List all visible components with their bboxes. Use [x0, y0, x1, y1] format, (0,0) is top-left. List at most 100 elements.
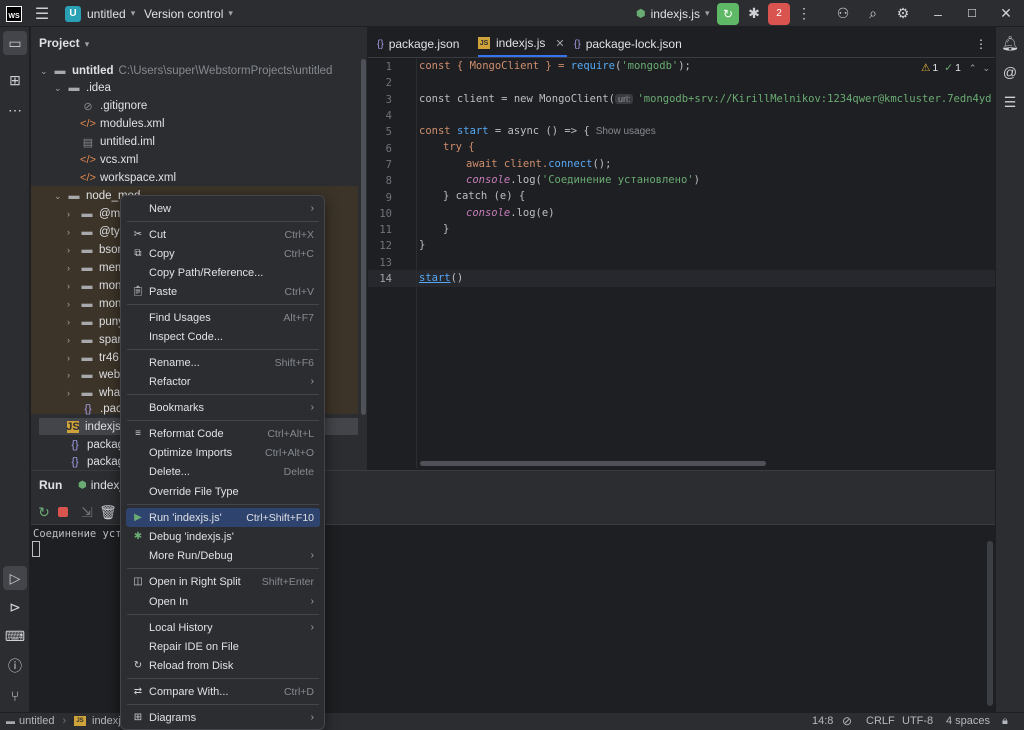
- tree-folder[interactable]: › ▬ mong: [67, 295, 128, 313]
- trash-icon[interactable]: 🗑︎: [99, 504, 117, 520]
- code-line-12[interactable]: }: [419, 239, 425, 251]
- code-line-8[interactable]: console.log('Соединение установлено'): [466, 174, 700, 186]
- tree-folder[interactable]: › ▬ puny: [67, 313, 124, 331]
- database-icon[interactable]: ☰: [998, 90, 1022, 114]
- code-line-9[interactable]: } catch (e) {: [443, 190, 525, 202]
- show-usages-hint[interactable]: Show usages: [596, 126, 656, 137]
- menu-item-find-usages[interactable]: Find Usages Alt+F7: [126, 308, 320, 327]
- line-separator[interactable]: CRLF: [866, 712, 895, 730]
- tab-package-lock-json[interactable]: {} package-lock.json: [574, 31, 682, 57]
- add-user-icon[interactable]: ⚇: [835, 0, 851, 27]
- structure-tool-icon[interactable]: ⊞: [3, 68, 27, 92]
- tree-file-workspace-xml[interactable]: </> workspace.xml: [80, 169, 176, 187]
- menu-item-open-right-split[interactable]: ◫ Open in Right Split Shift+Enter: [126, 572, 320, 591]
- menu-item-delete[interactable]: Delete... Delete: [126, 462, 320, 481]
- app-logo[interactable]: WS: [6, 0, 22, 27]
- tree-folder[interactable]: › ▬ @typ: [67, 223, 126, 241]
- menu-item-paste[interactable]: 📋︎ Paste Ctrl+V: [126, 282, 320, 301]
- tree-file-untitled-iml[interactable]: ▤ untitled.iml: [80, 133, 155, 151]
- notifications-icon[interactable]: 🔔︎: [998, 31, 1022, 55]
- close-tab-icon[interactable]: ✕: [555, 37, 564, 50]
- chevron-up-icon[interactable]: ⌃: [969, 63, 977, 74]
- inspection-widget[interactable]: ⚠ 1 ✓ 1 ⌃ ⌄: [921, 62, 990, 74]
- file-encoding[interactable]: UTF-8: [902, 712, 933, 730]
- code-line-7[interactable]: await client.connect();: [466, 158, 611, 170]
- settings-gear-icon[interactable]: ⚙: [895, 0, 911, 27]
- more-actions-icon[interactable]: ⋮: [797, 0, 811, 27]
- maximize-icon[interactable]: ☐: [964, 0, 980, 27]
- menu-item-run-indexjs[interactable]: ▶ Run 'indexjs.js' Ctrl+Shift+F10: [126, 508, 320, 527]
- console-scrollbar[interactable]: [987, 541, 993, 706]
- terminal-tool-icon[interactable]: ⌨: [3, 624, 27, 648]
- services-tool-icon[interactable]: ⊳: [3, 595, 27, 619]
- console-cursor[interactable]: [32, 541, 40, 557]
- tree-folder[interactable]: › ▬ mong: [67, 277, 128, 295]
- code-line-3[interactable]: const client = new MongoClient(url:'mong…: [419, 93, 994, 105]
- tree-folder[interactable]: › ▬ mem: [67, 259, 125, 277]
- minimize-icon[interactable]: –: [930, 0, 946, 27]
- tree-folder[interactable]: › ▬ spars: [67, 331, 127, 349]
- menu-item-reformat-code[interactable]: ≡ Reformat Code Ctrl+Alt+L: [126, 424, 320, 443]
- ai-assistant-icon[interactable]: @: [998, 60, 1022, 84]
- debug-button[interactable]: ✱: [746, 0, 762, 27]
- menu-item-repair-ide[interactable]: Repair IDE on File: [126, 637, 320, 656]
- menu-item-reload-from-disk[interactable]: ↻ Reload from Disk: [126, 656, 320, 675]
- menu-item-rename[interactable]: Rename... Shift+F6: [126, 353, 320, 372]
- code-line-10[interactable]: console.log(e): [466, 207, 555, 219]
- problems-tool-icon[interactable]: ⓘ: [3, 654, 27, 678]
- code-line-5[interactable]: const start = async () => {Show usages: [419, 125, 656, 137]
- more-tools-icon[interactable]: ⋯: [3, 98, 27, 122]
- git-tool-icon[interactable]: ⑂: [3, 684, 27, 708]
- code-line-6[interactable]: try {: [443, 141, 475, 153]
- project-scrollbar[interactable]: [361, 59, 366, 415]
- run-tool-icon[interactable]: ▷: [3, 566, 27, 590]
- stop-button[interactable]: 2: [768, 0, 790, 27]
- tabs-more-icon[interactable]: ⋮: [975, 31, 987, 57]
- chevron-down-icon[interactable]: ⌄: [982, 63, 990, 74]
- menu-item-new[interactable]: New ›: [126, 199, 320, 218]
- stop-icon[interactable]: [58, 507, 68, 517]
- tree-folder[interactable]: › ▬ bson: [67, 241, 124, 259]
- menu-item-open-in[interactable]: Open In ›: [126, 592, 320, 611]
- project-tool-icon[interactable]: ▭: [3, 31, 27, 55]
- code-line-14[interactable]: start(): [419, 272, 463, 284]
- menu-item-more-run-debug[interactable]: More Run/Debug ›: [126, 546, 320, 565]
- breadcrumb-project[interactable]: ▬ untitled ›: [6, 712, 74, 730]
- tree-folder[interactable]: › ▬ @mo: [67, 205, 127, 223]
- code-line-1[interactable]: const { MongoClient } = require('mongodb…: [419, 60, 691, 72]
- indent-setting[interactable]: 4 spaces: [946, 712, 990, 730]
- code-line-11[interactable]: }: [443, 223, 449, 235]
- tree-folder[interactable]: › ▬ webi: [67, 366, 123, 384]
- main-menu-icon[interactable]: ☰: [34, 0, 50, 27]
- caret-position[interactable]: 14:8: [812, 712, 833, 730]
- menu-item-copy[interactable]: ⧉ Copy Ctrl+C: [126, 244, 320, 263]
- tree-folder[interactable]: › ▬ tr46: [67, 349, 119, 367]
- tab-indexjs[interactable]: JS indexjs.js ✕: [478, 31, 567, 57]
- menu-item-copy-path[interactable]: Copy Path/Reference...: [126, 263, 320, 282]
- lock-icon[interactable]: 🔒︎: [1002, 712, 1008, 730]
- tree-root-untitled[interactable]: ⌄ ▬ untitled C:\Users\super\WebstormProje…: [40, 62, 332, 80]
- no-inspections-icon[interactable]: ⊘: [842, 712, 852, 730]
- menu-item-debug-indexjs[interactable]: ✱ Debug 'indexjs.js': [126, 527, 320, 546]
- tree-file-modules-xml[interactable]: </> modules.xml: [80, 115, 165, 133]
- menu-item-diagrams[interactable]: ⊞ Diagrams ›: [126, 708, 320, 727]
- close-icon[interactable]: ✕: [998, 0, 1014, 27]
- menu-item-refactor[interactable]: Refactor ›: [126, 372, 320, 391]
- rerun-button[interactable]: ↻: [717, 0, 739, 27]
- menu-item-override-file-type[interactable]: Override File Type: [126, 482, 320, 501]
- tab-package-json[interactable]: {} package.json: [377, 31, 459, 57]
- tree-file-vcs-xml[interactable]: </> vcs.xml: [80, 151, 138, 169]
- editor-horizontal-scrollbar[interactable]: [420, 461, 766, 466]
- vcs-switcher[interactable]: Version control ▾: [144, 0, 233, 27]
- menu-item-compare-with[interactable]: ⇄ Compare With... Ctrl+D: [126, 682, 320, 701]
- menu-item-optimize-imports[interactable]: Optimize Imports Ctrl+Alt+O: [126, 443, 320, 462]
- run-config-selector[interactable]: ⬢ indexjs.js ▾: [636, 0, 710, 27]
- menu-item-bookmarks[interactable]: Bookmarks ›: [126, 398, 320, 417]
- rerun-icon[interactable]: ↻: [37, 504, 51, 520]
- menu-item-cut[interactable]: ✂ Cut Ctrl+X: [126, 225, 320, 244]
- restore-layout-icon[interactable]: ⇲: [80, 504, 94, 520]
- tree-folder-idea[interactable]: ⌄ ▬ .idea: [54, 79, 111, 97]
- menu-item-local-history[interactable]: Local History ›: [126, 618, 320, 637]
- project-switcher[interactable]: U untitled ▾: [65, 0, 135, 27]
- project-panel-title[interactable]: Project ▾: [39, 36, 89, 50]
